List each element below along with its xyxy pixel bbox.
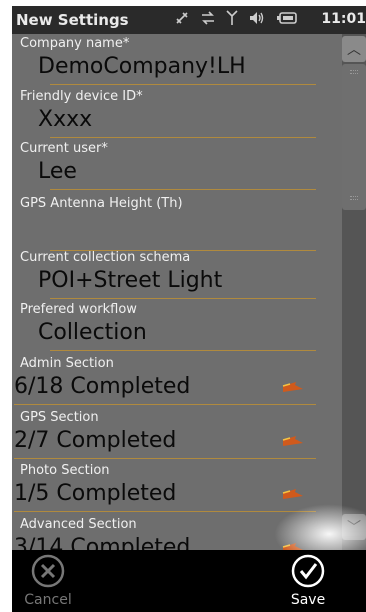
grip-icon: [350, 70, 358, 74]
section-status: 1/5 Completed: [14, 481, 177, 506]
current-user-input[interactable]: Lee: [38, 159, 77, 184]
save-label: Save: [290, 592, 326, 608]
save-button[interactable]: Save: [278, 554, 338, 610]
company-name-input[interactable]: DemoCompany!LH: [38, 54, 246, 79]
data-transfer-icon: [200, 10, 216, 30]
section-label: Advanced Section: [20, 517, 137, 532]
arrow-right-icon[interactable]: [282, 380, 304, 394]
field-label: Friendly device ID*: [20, 89, 143, 104]
field-underline: [50, 137, 316, 138]
status-icons: [174, 10, 298, 30]
arrow-right-icon[interactable]: [282, 487, 304, 501]
section-label: Photo Section: [20, 463, 110, 478]
field-underline: [50, 189, 316, 190]
vertical-scrollbar[interactable]: ︿ ﹀: [342, 34, 366, 550]
grip-icon: [350, 196, 358, 200]
section-status: 6/18 Completed: [14, 374, 191, 399]
cancel-button[interactable]: Cancel: [18, 554, 78, 610]
window-title: New Settings: [16, 11, 129, 29]
scroll-thumb[interactable]: [342, 64, 366, 210]
field-underline: [50, 350, 316, 351]
field-label: Company name*: [20, 36, 130, 51]
scroll-up-button[interactable]: ︿: [342, 36, 366, 62]
workflow-select[interactable]: Collection: [38, 320, 147, 345]
arrow-right-icon[interactable]: [282, 541, 304, 550]
volume-icon: [248, 10, 266, 30]
status-bar: New Settings 11:01: [12, 6, 366, 34]
signal-icon: [226, 10, 238, 30]
cancel-label: Cancel: [24, 592, 72, 608]
field-underline: [14, 511, 316, 512]
settings-form: Company name* DemoCompany!LH Friendly de…: [12, 34, 336, 550]
field-underline: [50, 298, 316, 299]
section-status: 2/7 Completed: [14, 428, 177, 453]
chevron-up-icon: ︿: [347, 42, 361, 58]
section-status: 3/14 Completed: [14, 535, 191, 550]
section-label: GPS Section: [20, 410, 99, 425]
clock: 11:01: [321, 11, 366, 27]
field-label: Current user*: [20, 141, 108, 156]
arrow-right-icon[interactable]: [282, 434, 304, 448]
checkmark-icon: [291, 554, 325, 588]
scroll-down-button[interactable]: ﹀: [342, 514, 366, 540]
chevron-down-icon: ﹀: [347, 520, 361, 536]
field-underline: [14, 458, 316, 459]
battery-icon: [276, 10, 298, 30]
bottom-bar: Cancel Save: [12, 550, 366, 612]
satellite-icon: [174, 10, 190, 30]
section-label: Admin Section: [20, 356, 114, 371]
close-icon: [31, 554, 65, 588]
field-underline: [14, 404, 316, 405]
field-label: GPS Antenna Height (Th): [20, 196, 183, 211]
collection-schema-select[interactable]: POI+Street Light: [38, 268, 222, 293]
field-underline: [50, 84, 316, 85]
field-label: Prefered workflow: [20, 302, 137, 317]
device-id-input[interactable]: Xxxx: [38, 107, 92, 132]
device-screen: New Settings 11:01 Company name* DemoCom…: [12, 6, 366, 612]
field-label: Current collection schema: [20, 250, 191, 265]
